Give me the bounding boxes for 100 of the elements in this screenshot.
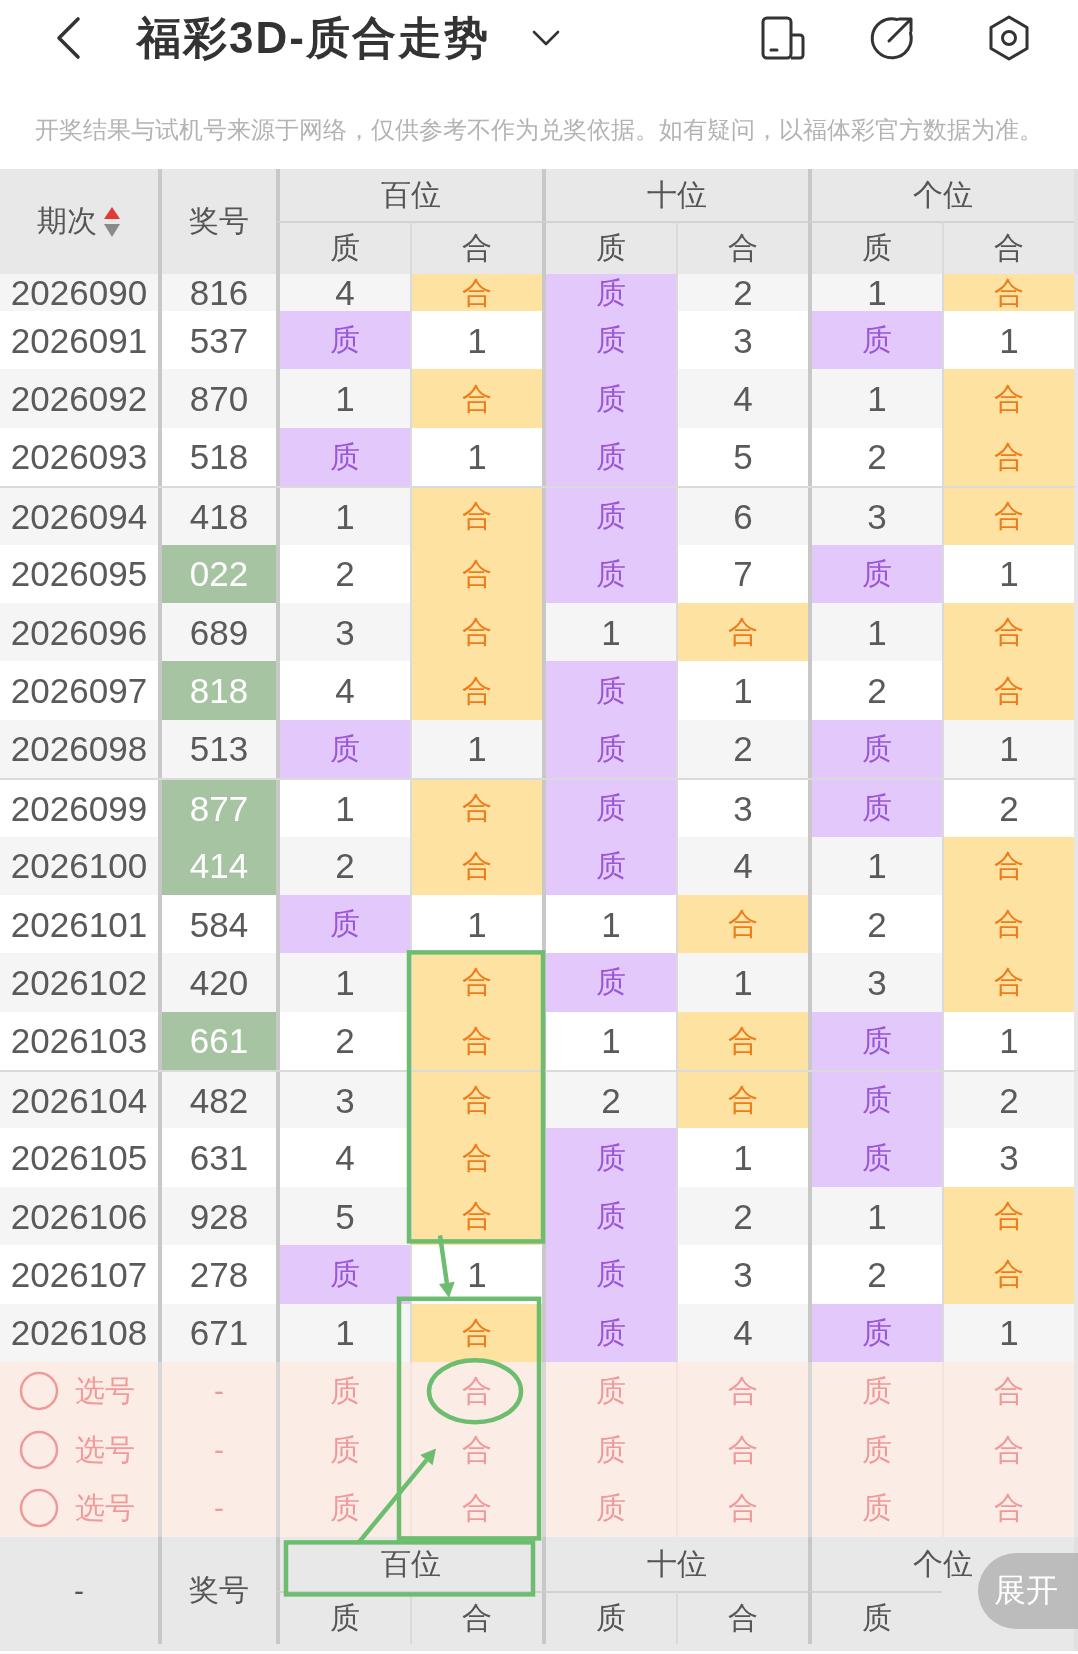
trend-cell: 3 — [276, 602, 410, 662]
pick-cell[interactable]: 质 — [276, 1362, 410, 1421]
column-header[interactable]: 期次 — [37, 201, 97, 242]
column-header: 合 — [410, 1591, 542, 1645]
trend-cell: 1 — [808, 274, 942, 311]
trend-cell: 合 — [410, 1128, 542, 1187]
number-cell: 482 — [158, 1072, 276, 1129]
trend-cell: 2 — [676, 719, 808, 779]
trend-cell: 合 — [942, 1245, 1074, 1304]
trend-cell: 4 — [676, 369, 808, 428]
issue-cell: 2026108 — [0, 1303, 158, 1363]
column-header: - — [73, 1572, 85, 1609]
issue-cell: 2026092 — [0, 369, 158, 428]
sort-icon[interactable] — [103, 205, 121, 238]
trend-cell: 2 — [276, 836, 410, 895]
trend-cell: 质 — [542, 311, 676, 370]
trend-cell: 合 — [410, 661, 542, 720]
trend-cell: 质 — [542, 953, 676, 1012]
trend-cell: 质 — [542, 1303, 676, 1363]
trend-cell: 质 — [808, 544, 942, 603]
trend-cell: 合 — [410, 780, 542, 837]
trend-cell: 2 — [942, 1072, 1074, 1129]
trend-cell: 3 — [808, 488, 942, 545]
trend-cell: 合 — [410, 488, 542, 545]
trend-cell: 合 — [676, 894, 808, 954]
trend-cell: 质 — [276, 894, 410, 954]
trend-cell: 合 — [942, 836, 1074, 895]
pick-cell[interactable]: 质 — [542, 1362, 676, 1421]
pick-cell[interactable]: 质 — [276, 1420, 410, 1479]
trend-cell: 1 — [276, 369, 410, 428]
trend-cell: 质 — [808, 1011, 942, 1071]
expand-button[interactable]: 展开 — [978, 1553, 1078, 1629]
trend-cell: 1 — [276, 488, 410, 545]
pick-cell[interactable]: 质 — [808, 1420, 942, 1479]
pick-cell[interactable]: 合 — [942, 1420, 1074, 1479]
pick-cell[interactable]: 质 — [542, 1420, 676, 1479]
trend-cell: 4 — [276, 274, 410, 311]
annotation-arrow — [437, 1235, 455, 1298]
issue-cell: 2026094 — [0, 488, 158, 545]
radio-icon[interactable] — [19, 1429, 59, 1470]
trend-cell: 质 — [276, 1245, 410, 1304]
trend-cell: 合 — [942, 369, 1074, 428]
column-header: 质 — [808, 1591, 942, 1645]
radio-icon[interactable] — [19, 1371, 59, 1412]
trend-cell: 5 — [276, 1186, 410, 1246]
back-icon[interactable] — [55, 16, 81, 60]
trend-cell: 质 — [542, 1245, 676, 1304]
pick-label[interactable]: 选号 — [75, 1434, 135, 1465]
number-cell: 671 — [158, 1303, 276, 1363]
group-header: 十位 — [647, 1545, 707, 1582]
trend-cell: 1 — [276, 1303, 410, 1363]
trend-cell: 合 — [410, 953, 542, 1012]
number-cell: 870 — [158, 369, 276, 428]
number-cell: 420 — [158, 953, 276, 1012]
trend-cell: 质 — [808, 1072, 942, 1129]
pick-cell[interactable]: 合 — [410, 1478, 542, 1538]
issue-cell: 2026098 — [0, 719, 158, 779]
devices-icon[interactable] — [760, 15, 806, 61]
trend-cell: 合 — [410, 602, 542, 662]
trend-cell: 1 — [276, 953, 410, 1012]
pick-cell[interactable]: 合 — [676, 1362, 808, 1421]
issue-cell: 2026090 — [0, 274, 158, 311]
pick-label[interactable]: 选号 — [75, 1376, 135, 1407]
pick-cell[interactable]: 合 — [942, 1362, 1074, 1421]
trend-cell: 合 — [942, 953, 1074, 1012]
chevron-down-icon[interactable] — [531, 30, 560, 46]
trend-cell: 合 — [410, 369, 542, 428]
trend-cell: 合 — [676, 602, 808, 662]
trend-cell: 质 — [542, 544, 676, 603]
trend-cell: 6 — [676, 488, 808, 545]
trend-cell: 1 — [942, 1303, 1074, 1363]
issue-cell: 2026096 — [0, 602, 158, 662]
pick-cell[interactable]: 合 — [410, 1362, 542, 1421]
trend-cell: 3 — [808, 953, 942, 1012]
radio-icon[interactable] — [19, 1488, 59, 1528]
issue-cell: 2026100 — [0, 836, 158, 895]
column-header: 质 — [276, 1591, 410, 1645]
group-header: 百位 — [276, 169, 542, 221]
number-cell: 689 — [158, 602, 276, 662]
trend-cell: 合 — [410, 1011, 542, 1071]
number-cell: 928 — [158, 1186, 276, 1246]
group-header: 个位 — [913, 1545, 973, 1582]
trend-cell: 质 — [542, 780, 676, 837]
trend-cell: 合 — [410, 1303, 542, 1363]
number-cell: 877 — [158, 780, 276, 837]
group-header: 十位 — [542, 169, 808, 221]
trend-cell: 合 — [410, 544, 542, 603]
trend-cell: 1 — [808, 1186, 942, 1246]
circle-arrow-icon[interactable] — [869, 15, 915, 61]
trend-cell: 1 — [808, 836, 942, 895]
pick-label[interactable]: 选号 — [75, 1493, 135, 1523]
pick-cell[interactable]: 质 — [808, 1362, 942, 1421]
pick-cell[interactable]: 合 — [676, 1420, 808, 1479]
group-header: 个位 — [808, 169, 1074, 221]
trend-cell: 1 — [542, 602, 676, 662]
trend-cell: 合 — [676, 1011, 808, 1071]
trend-cell: 质 — [542, 369, 676, 428]
trend-cell: 质 — [542, 1186, 676, 1246]
column-header: 奖号 — [158, 1537, 276, 1645]
trend-cell: 合 — [942, 661, 1074, 720]
